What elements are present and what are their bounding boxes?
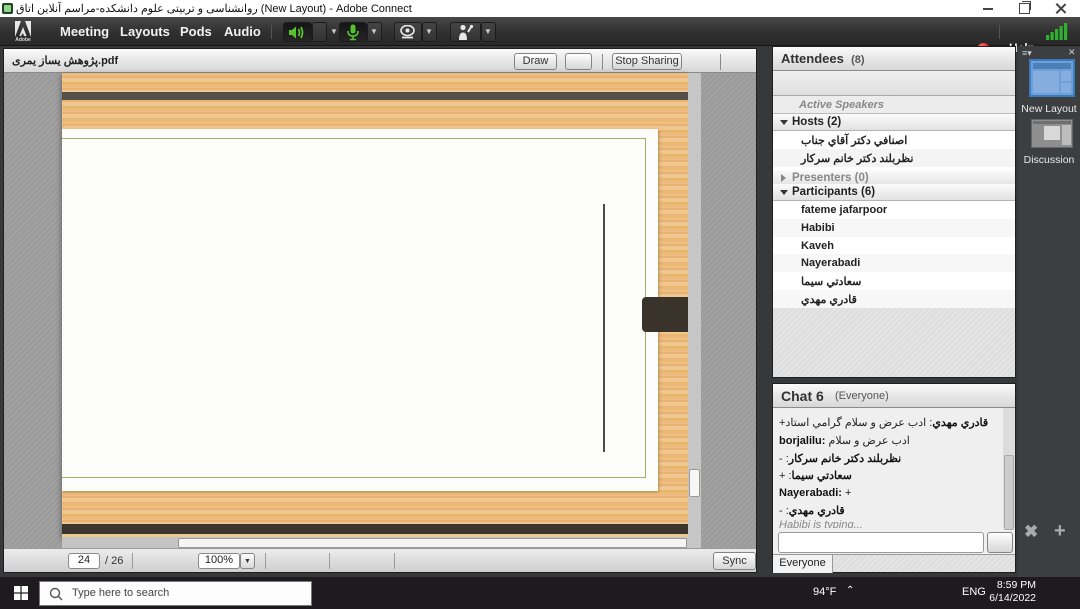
svg-text:Adobe: Adobe [15, 37, 31, 42]
